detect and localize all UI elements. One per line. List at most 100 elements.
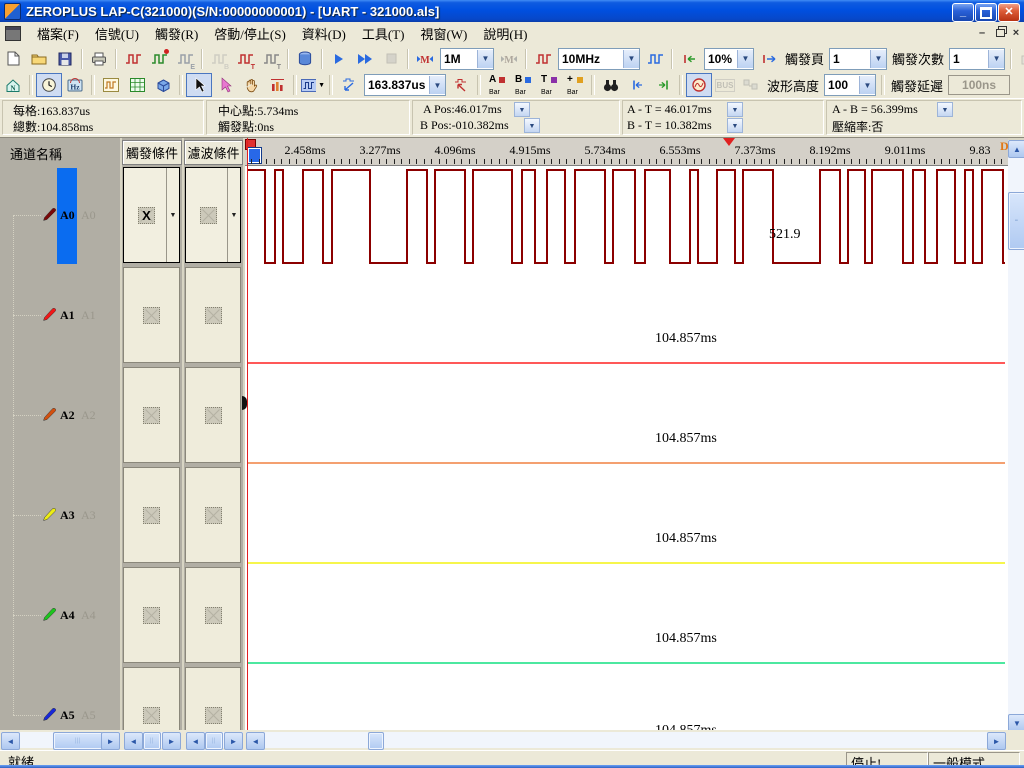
channel-row-A5[interactable]: A5A5 bbox=[0, 665, 120, 730]
trigger-scroll-right[interactable]: ► bbox=[162, 732, 181, 750]
waveform-scroll-right[interactable]: ► bbox=[987, 732, 1006, 750]
channel-pen-icon[interactable] bbox=[42, 507, 57, 526]
waveform-pane[interactable]: 2.458ms3.277ms4.096ms4.915ms5.734ms6.553… bbox=[245, 138, 1008, 730]
memory-compress-button[interactable]: M bbox=[412, 47, 438, 71]
document-icon[interactable] bbox=[5, 26, 21, 41]
trigger-scroll-left[interactable]: ◄ bbox=[124, 732, 143, 750]
filter-scroll-thumb[interactable]: || bbox=[205, 732, 223, 750]
find-button[interactable] bbox=[598, 73, 624, 97]
filter-cell-A3[interactable] bbox=[184, 465, 243, 565]
home-view-button[interactable]: N bbox=[0, 73, 26, 97]
run-repeat-button[interactable] bbox=[352, 47, 378, 71]
run-single-button[interactable] bbox=[326, 47, 352, 71]
channel-name[interactable]: A5 bbox=[60, 708, 75, 723]
b-pos-dropdown[interactable]: ▼ bbox=[524, 118, 540, 133]
maximize-button[interactable] bbox=[975, 3, 997, 22]
b-t-dropdown[interactable]: ▼ bbox=[727, 118, 743, 133]
scroll-up-button[interactable]: ▲ bbox=[1008, 140, 1024, 158]
dont-care-icon[interactable] bbox=[143, 507, 160, 524]
sample-depth-dropdown-icon[interactable]: ▼ bbox=[477, 50, 493, 68]
mdi-restore-button[interactable] bbox=[992, 26, 1008, 40]
channel-name[interactable]: A0 bbox=[60, 208, 75, 223]
channel-row-A4[interactable]: A4A4 bbox=[0, 565, 120, 665]
filter-scroll-right[interactable]: ► bbox=[224, 732, 243, 750]
trigger-page-combo[interactable]: 1▼ bbox=[829, 48, 887, 70]
a-bar-set-button[interactable]: ABar bbox=[484, 73, 510, 97]
channel-pen-icon[interactable] bbox=[42, 307, 57, 326]
external-clock-button[interactable] bbox=[642, 47, 668, 71]
filter-property-button[interactable]: E bbox=[172, 47, 198, 71]
waveform-scroll-left[interactable]: ◄ bbox=[246, 732, 265, 750]
trigger-cell-A5[interactable] bbox=[122, 665, 182, 730]
channel-pen-icon[interactable] bbox=[42, 607, 57, 626]
filter-hscrollbar[interactable]: ◄ || ► bbox=[186, 732, 243, 748]
dont-care-icon[interactable] bbox=[143, 707, 160, 724]
wave-height-dropdown-icon[interactable]: ▼ bbox=[859, 76, 875, 94]
wave-height-combo[interactable]: 100▼ bbox=[824, 74, 876, 96]
channel-pen-icon[interactable] bbox=[42, 207, 57, 226]
zoom-to-fit-button[interactable] bbox=[336, 73, 362, 97]
goto-prev-edge-button[interactable] bbox=[624, 73, 650, 97]
a-pos-dropdown[interactable]: ▼ bbox=[514, 102, 530, 117]
trigger-property-button[interactable] bbox=[146, 47, 172, 71]
wave-display-mode-button[interactable]: ▼ bbox=[300, 73, 326, 97]
dont-care-icon[interactable] bbox=[143, 307, 160, 324]
navigator-window-button[interactable] bbox=[150, 73, 176, 97]
a-t-dropdown[interactable]: ▼ bbox=[727, 102, 743, 117]
filter-cell-A2[interactable] bbox=[184, 365, 243, 465]
trigger-cell-A4[interactable] bbox=[122, 565, 182, 665]
filter-cell-A5[interactable] bbox=[184, 665, 243, 730]
trigger-cell-A0[interactable]: X▼ bbox=[122, 165, 182, 265]
filter-cell-A4[interactable] bbox=[184, 565, 243, 665]
menu-item-4[interactable]: 資料(D) bbox=[294, 21, 354, 46]
menu-item-2[interactable]: 觸發(R) bbox=[147, 21, 206, 46]
print-button[interactable] bbox=[86, 47, 112, 71]
zoom-ratio-dropdown-icon[interactable]: ▼ bbox=[737, 50, 753, 68]
hand-tool-button[interactable] bbox=[238, 73, 264, 97]
dont-care-icon[interactable] bbox=[143, 607, 160, 624]
minimize-button[interactable]: _ bbox=[952, 3, 974, 22]
menu-item-0[interactable]: 檔案(F) bbox=[29, 21, 87, 46]
waveform-window-button[interactable] bbox=[98, 73, 124, 97]
trigger-cell-A2[interactable] bbox=[122, 365, 182, 465]
waveform-hscrollbar[interactable]: ◄ ► bbox=[246, 732, 1006, 748]
dont-care-icon[interactable] bbox=[205, 707, 222, 724]
save-file-button[interactable] bbox=[52, 47, 78, 71]
menu-item-1[interactable]: 信號(U) bbox=[87, 21, 147, 46]
dont-care-icon[interactable] bbox=[205, 607, 222, 624]
filter-dropdown-icon[interactable]: ▼ bbox=[227, 168, 240, 262]
channel-name[interactable]: A4 bbox=[60, 608, 75, 623]
pointer-tool-button[interactable] bbox=[186, 73, 212, 97]
channel-pen-icon[interactable] bbox=[42, 707, 57, 726]
time-per-div-combo[interactable]: 163.837us▼ bbox=[364, 74, 446, 96]
close-button[interactable]: ✕ bbox=[998, 3, 1020, 22]
a-b-dropdown[interactable]: ▼ bbox=[937, 102, 953, 117]
filter-cell-A0[interactable]: ▼ bbox=[184, 165, 243, 265]
names-scroll-right[interactable]: ► bbox=[101, 732, 120, 750]
goto-trigger-button[interactable] bbox=[756, 47, 782, 71]
dont-care-icon[interactable] bbox=[200, 207, 217, 224]
trigger-count-dropdown-icon[interactable]: ▼ bbox=[988, 50, 1004, 68]
select-tool-button[interactable] bbox=[212, 73, 238, 97]
filter-scroll-left[interactable]: ◄ bbox=[186, 732, 205, 750]
waveform-canvas[interactable] bbox=[245, 165, 1008, 730]
menu-item-5[interactable]: 工具(T) bbox=[354, 21, 413, 46]
names-scroll-left[interactable]: ◄ bbox=[1, 732, 20, 750]
bar-analysis-button[interactable] bbox=[264, 73, 290, 97]
channel-row-A3[interactable]: A3A3 bbox=[0, 465, 120, 565]
listing-window-button[interactable] bbox=[124, 73, 150, 97]
channel-pen-icon[interactable] bbox=[42, 407, 57, 426]
vertical-scroll-thumb[interactable]: ≡ bbox=[1008, 192, 1024, 250]
trigger-dropdown-icon[interactable]: ▼ bbox=[166, 168, 179, 262]
open-file-button[interactable] bbox=[26, 47, 52, 71]
dont-care-icon[interactable] bbox=[143, 407, 160, 424]
time-per-div-dropdown-icon[interactable]: ▼ bbox=[429, 76, 445, 94]
sample-rate-dropdown-icon[interactable]: ▼ bbox=[623, 50, 639, 68]
menu-item-7[interactable]: 說明(H) bbox=[475, 21, 535, 46]
noise-filter-button[interactable] bbox=[686, 73, 712, 97]
trigger-page-dropdown-icon[interactable]: ▼ bbox=[870, 50, 886, 68]
vertical-scrollbar[interactable]: ▲ ≡ ▼ bbox=[1008, 140, 1024, 730]
menu-item-3[interactable]: 啓動/停止(S) bbox=[206, 21, 294, 46]
channel-name[interactable]: A3 bbox=[60, 508, 75, 523]
names-scroll-thumb[interactable]: ||| bbox=[53, 732, 103, 750]
